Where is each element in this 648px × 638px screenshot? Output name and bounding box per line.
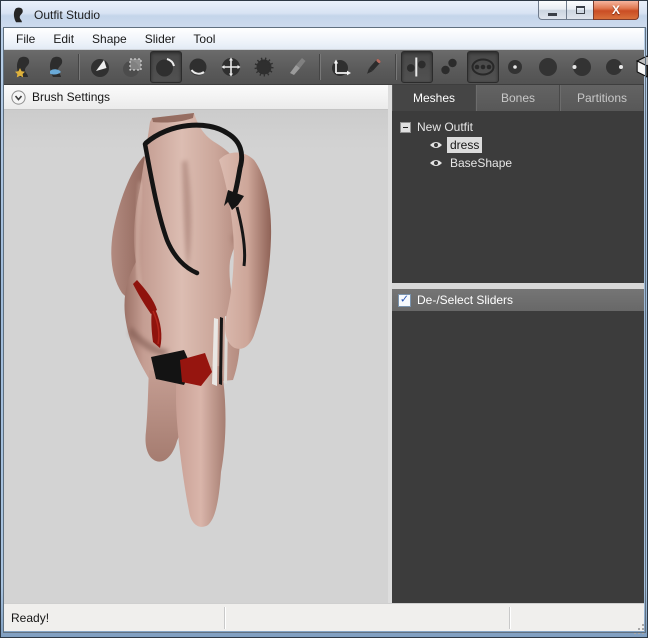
edit-pencil-icon [362, 55, 386, 79]
titlebar: Outfit Studio X [1, 1, 647, 28]
perspective-cube-icon [635, 54, 648, 80]
statusbar: Ready! [4, 603, 644, 631]
load-project-icon [45, 55, 69, 79]
menu-tool[interactable]: Tool [184, 29, 224, 49]
menu-file[interactable]: File [7, 29, 44, 49]
status-field-2 [225, 604, 509, 631]
outfit-studio-window: { "window": { "title": "Outfit Studio" }… [0, 0, 648, 638]
sliders-header: ✓ De-/Select Sliders [392, 289, 644, 311]
perspective-cube-button[interactable] [632, 51, 648, 83]
tab-meshes[interactable]: Meshes [392, 85, 476, 111]
transform-tool-button[interactable] [325, 51, 357, 83]
viewport-3d[interactable] [4, 110, 388, 603]
app-icon [11, 6, 27, 24]
tree-root-label: New Outfit [417, 120, 473, 134]
connected-only-button[interactable] [434, 51, 466, 83]
inflate-brush-icon [154, 55, 178, 79]
sliders-checkbox[interactable]: ✓ [398, 294, 411, 307]
smooth-brush-button[interactable] [249, 51, 281, 83]
tree-root-new-outfit[interactable]: New Outfit [392, 118, 644, 136]
minimize-icon [548, 13, 557, 16]
menu-shape[interactable]: Shape [83, 29, 136, 49]
menu-edit[interactable]: Edit [44, 29, 83, 49]
maximize-button[interactable] [566, 1, 594, 20]
close-button[interactable]: X [593, 1, 639, 20]
smooth-brush-icon [253, 55, 277, 79]
sliders-header-label: De-/Select Sliders [417, 293, 513, 307]
toolbar-separator [78, 54, 80, 80]
select-tool-button[interactable] [84, 51, 116, 83]
maximize-icon [576, 6, 585, 14]
status-field-3 [510, 604, 644, 631]
toolbar [4, 50, 644, 85]
resize-grip[interactable] [633, 623, 645, 635]
transform-tool-icon [329, 55, 353, 79]
visibility-eye-icon[interactable] [429, 140, 443, 150]
brush-falloff-left-button[interactable] [566, 51, 598, 83]
select-tool-icon [89, 55, 111, 79]
weight-brush-button[interactable] [282, 51, 314, 83]
sliders-panel [392, 311, 644, 603]
visibility-eye-icon[interactable] [429, 158, 443, 168]
edit-pencil-button[interactable] [358, 51, 390, 83]
brush-falloff-full-icon [537, 55, 561, 79]
chevron-down-icon [11, 90, 26, 105]
menu-slider[interactable]: Slider [136, 29, 185, 49]
tab-bones[interactable]: Bones [476, 85, 560, 111]
brush-settings-header[interactable]: Brush Settings [4, 85, 388, 110]
minimize-button[interactable] [538, 1, 567, 20]
tree-item-label[interactable]: BaseShape [447, 155, 515, 171]
new-project-icon [12, 55, 36, 79]
collapse-icon[interactable] [400, 122, 411, 133]
x-mirror-icon [405, 55, 429, 79]
deflate-brush-icon [187, 55, 211, 79]
global-brush-collision-button[interactable] [467, 51, 499, 83]
status-field-ready: Ready! [4, 604, 224, 631]
caption-buttons: X [539, 1, 639, 20]
move-brush-icon [220, 55, 244, 79]
deflate-brush-button[interactable] [183, 51, 215, 83]
new-project-button[interactable] [8, 51, 40, 83]
menubar: File Edit Shape Slider Tool [4, 28, 644, 50]
window-title: Outfit Studio [34, 8, 100, 22]
mask-brush-icon [121, 55, 145, 79]
connected-only-icon [438, 55, 462, 79]
brush-falloff-full-button[interactable] [533, 51, 565, 83]
mask-brush-button[interactable] [117, 51, 149, 83]
weight-brush-icon [286, 55, 310, 79]
toolbar-separator [395, 54, 397, 80]
tree-item-label[interactable]: dress [447, 137, 482, 153]
close-icon: X [612, 3, 620, 17]
right-panel-tabs: Meshes Bones Partitions [392, 85, 644, 111]
inflate-brush-button[interactable] [150, 51, 182, 83]
move-brush-button[interactable] [216, 51, 248, 83]
brush-falloff-center-button[interactable] [500, 51, 532, 83]
tree-item-baseshape[interactable]: BaseShape [392, 154, 644, 172]
tab-partitions[interactable]: Partitions [560, 85, 644, 111]
tree-item-dress[interactable]: dress [392, 136, 644, 154]
brush-falloff-right-icon [603, 55, 627, 79]
check-icon: ✓ [400, 294, 409, 305]
brush-falloff-right-button[interactable] [599, 51, 631, 83]
brush-falloff-left-icon [570, 55, 594, 79]
load-project-button[interactable] [41, 51, 73, 83]
brush-falloff-center-icon [504, 55, 528, 79]
model-figure [4, 110, 388, 603]
meshes-tree: New Outfit dress BaseShape [392, 111, 644, 283]
toolbar-separator [319, 54, 321, 80]
brush-settings-label: Brush Settings [32, 90, 110, 104]
global-brush-collision-icon [470, 55, 496, 79]
x-mirror-button[interactable] [401, 51, 433, 83]
